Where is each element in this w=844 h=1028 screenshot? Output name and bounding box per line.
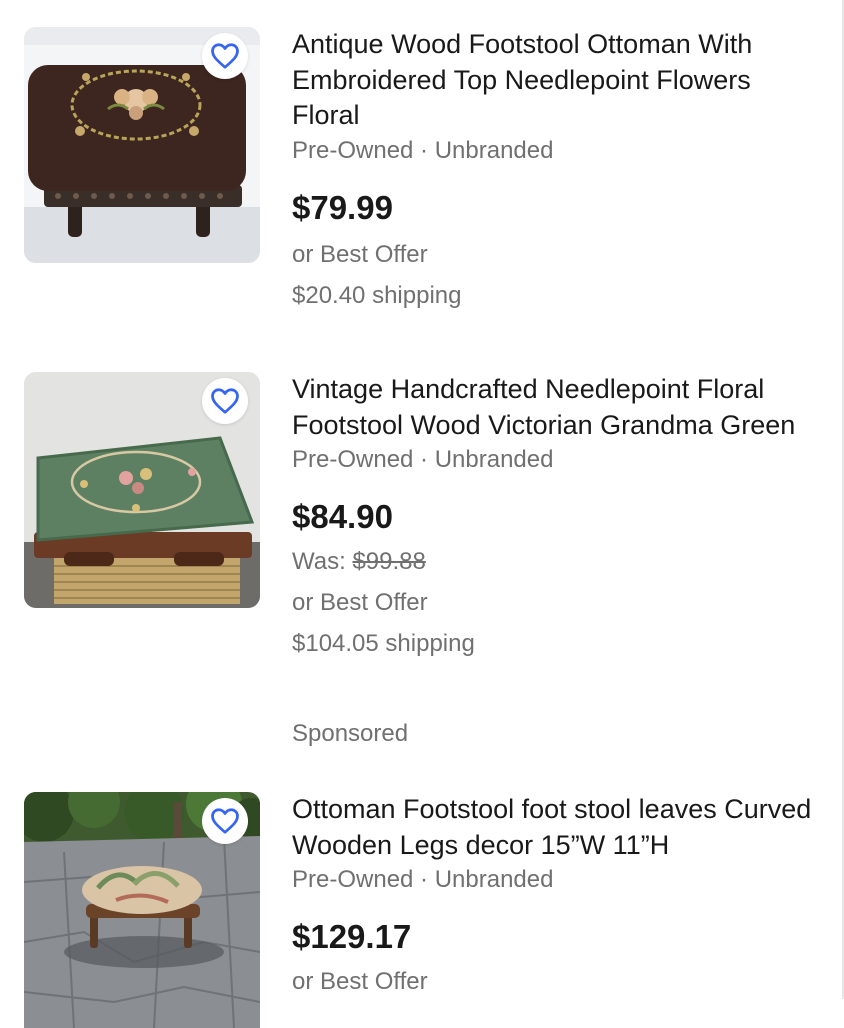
- listing-title[interactable]: Ottoman Footstool foot stool leaves Curv…: [292, 792, 822, 863]
- sponsored-label: Sponsored: [292, 720, 409, 747]
- listing-title[interactable]: Antique Wood Footstool Ottoman With Embr…: [292, 27, 822, 134]
- heart-outline-icon: [211, 388, 239, 414]
- listing-condition: Pre-Owned · Unbranded: [292, 136, 554, 164]
- listing-info: Antique Wood Footstool Ottoman With Embr…: [292, 27, 822, 316]
- was-price-row: Was: $99.88: [292, 541, 822, 582]
- watch-button[interactable]: [202, 378, 248, 424]
- watch-button[interactable]: [202, 33, 248, 79]
- listing-price: $84.90: [292, 498, 393, 535]
- listing-title[interactable]: Vintage Handcrafted Needlepoint Floral F…: [292, 372, 822, 443]
- was-label: Was:: [292, 548, 353, 575]
- listing-info: Vintage Handcrafted Needlepoint Floral F…: [292, 372, 822, 664]
- heart-outline-icon: [211, 43, 239, 69]
- shipping-cost: $20.40 shipping: [292, 281, 462, 309]
- listing-info: Ottoman Footstool foot stool leaves Curv…: [292, 792, 822, 1002]
- listing-thumbnail[interactable]: [24, 372, 260, 608]
- watch-button[interactable]: [202, 798, 248, 844]
- listing-price: $129.17: [292, 918, 412, 955]
- best-offer-label: or Best Offer: [292, 240, 428, 268]
- best-offer-label: or Best Offer: [292, 968, 428, 995]
- listing-thumbnail[interactable]: [24, 792, 260, 1028]
- listing-thumbnail[interactable]: [24, 27, 260, 263]
- listing-price: $79.99: [292, 188, 393, 226]
- listing-condition: Pre-Owned · Unbranded: [292, 866, 554, 893]
- original-price: $99.88: [352, 548, 426, 575]
- shipping-cost: $104.05 shipping: [292, 630, 475, 657]
- listing-condition: Pre-Owned · Unbranded: [292, 446, 554, 473]
- best-offer-label: or Best Offer: [292, 589, 428, 616]
- heart-outline-icon: [211, 808, 239, 834]
